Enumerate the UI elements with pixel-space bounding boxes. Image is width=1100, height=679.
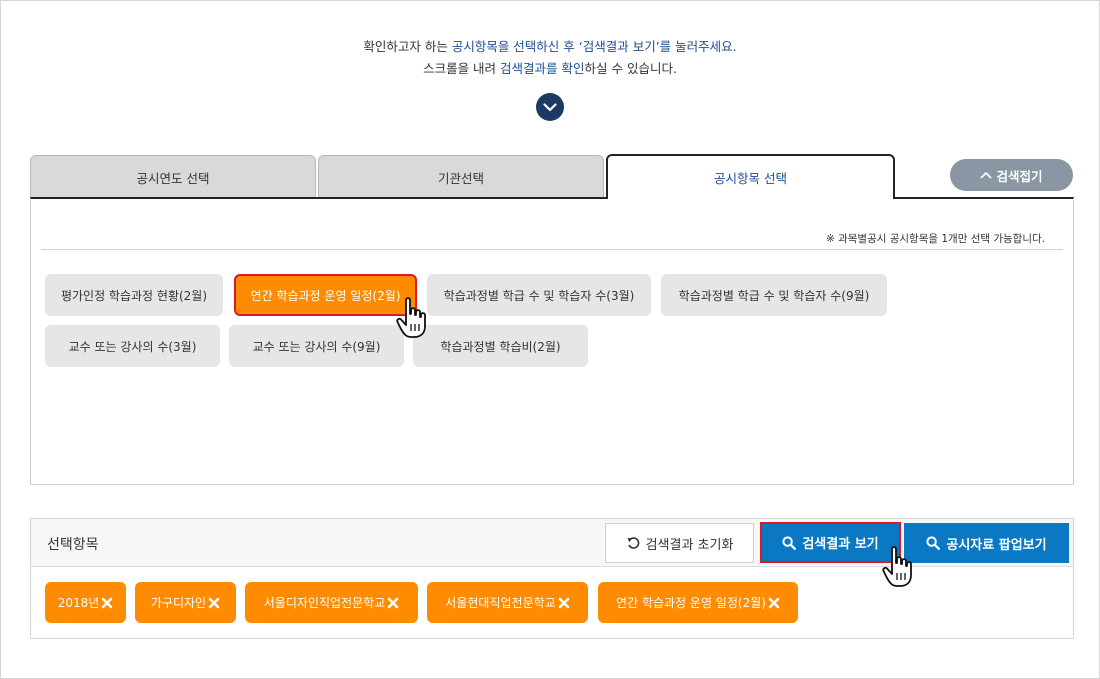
item-option-label: 연간 학습과정 운영 일정(2월) <box>250 288 401 303</box>
close-icon[interactable] <box>768 597 780 609</box>
chip-label: 연간 학습과정 운영 일정(2월) <box>616 596 766 610</box>
selected-chip-item: 연간 학습과정 운영 일정(2월) <box>598 582 798 623</box>
close-icon[interactable] <box>208 597 220 609</box>
item-option-evaluation[interactable]: 평가인정 학습과정 현황(2월) <box>45 274 223 316</box>
search-icon <box>782 535 797 550</box>
tab-item-select[interactable]: 공시항목 선택 <box>606 154 895 199</box>
search-icon <box>926 536 941 550</box>
chip-label: 서울디자인직업전문학교 <box>263 596 386 610</box>
selected-chip-institution-2: 서울현대직업전문학교 <box>427 582 588 623</box>
close-icon[interactable] <box>101 597 113 609</box>
chevron-down-icon <box>543 102 557 111</box>
selected-chip-field: 가구디자인 <box>135 582 236 623</box>
selected-items-title: 선택항목 <box>47 537 99 553</box>
chip-label: 가구디자인 <box>150 596 207 610</box>
tab-item-select-label: 공시항목 선택 <box>714 171 787 186</box>
item-option-label: 학습과정별 학급 수 및 학습자 수(3월) <box>443 288 635 303</box>
intro-line-1: 확인하고자 하는 공시항목을 선택하신 후 ‘검색결과 보기’를 눌러주세요. <box>0 36 1100 58</box>
panel-divider <box>41 249 1063 250</box>
view-results-label: 검색결과 보기 <box>802 537 879 552</box>
reset-results-button[interactable]: 검색결과 초기화 <box>605 523 754 563</box>
item-option-instructors-sep[interactable]: 교수 또는 강사의 수(9월) <box>229 325 404 367</box>
intro-line-2: 스크롤을 내려 검색결과를 확인하실 수 있습니다. <box>0 58 1100 80</box>
selection-notice: ※ 과목별공시 공시항목을 1개만 선택 가능합니다. <box>825 233 1045 245</box>
close-icon[interactable] <box>387 597 399 609</box>
item-option-label: 학습과정별 학습비(2월) <box>440 339 561 354</box>
scroll-down-button[interactable] <box>536 93 564 121</box>
item-option-label: 교수 또는 강사의 수(3월) <box>68 339 197 354</box>
chevron-up-icon <box>981 172 992 179</box>
tab-institution-select[interactable]: 기관선택 <box>318 155 604 198</box>
intro-line-2-suffix: 하실 수 있습니다. <box>584 61 677 76</box>
chip-label: 2018년 <box>57 596 100 610</box>
intro-line-2-highlight: 검색결과를 확인 <box>500 61 585 76</box>
item-select-panel: ※ 과목별공시 공시항목을 1개만 선택 가능합니다. 평가인정 학습과정 현황… <box>30 197 1074 485</box>
item-option-label: 평가인정 학습과정 현황(2월) <box>60 288 208 303</box>
intro-text: 확인하고자 하는 공시항목을 선택하신 후 ‘검색결과 보기’를 눌러주세요. … <box>0 36 1100 80</box>
close-icon[interactable] <box>558 597 570 609</box>
item-option-label: 교수 또는 강사의 수(9월) <box>252 339 381 354</box>
selected-chip-year: 2018년 <box>45 582 126 623</box>
collapse-search-button[interactable]: 검색접기 <box>950 159 1073 191</box>
item-option-class-count-sep[interactable]: 학습과정별 학급 수 및 학습자 수(9월) <box>661 274 887 316</box>
item-option-instructors-mar[interactable]: 교수 또는 강사의 수(3월) <box>45 325 220 367</box>
item-option-tuition[interactable]: 학습과정별 학습비(2월) <box>413 325 588 367</box>
popup-view-button[interactable]: 공시자료 팝업보기 <box>904 523 1069 563</box>
reset-icon <box>627 537 639 549</box>
hand-pointer-icon <box>882 546 912 587</box>
intro-line-1-prefix: 확인하고자 하는 <box>363 39 452 54</box>
tab-year-select-label: 공시연도 선택 <box>136 170 210 186</box>
intro-line-2-prefix: 스크롤을 내려 <box>423 61 501 76</box>
item-option-label: 학습과정별 학급 수 및 학습자 수(9월) <box>678 288 870 303</box>
tab-year-select[interactable]: 공시연도 선택 <box>30 155 316 198</box>
collapse-search-label: 검색접기 <box>996 168 1043 184</box>
reset-results-label: 검색결과 초기화 <box>645 537 734 553</box>
hand-pointer-icon <box>396 297 426 338</box>
popup-view-label: 공시자료 팝업보기 <box>946 537 1047 553</box>
intro-line-1-highlight: 공시항목을 선택하신 후 ‘검색결과 보기’를 눌러주세요. <box>451 39 737 54</box>
selected-chip-institution-1: 서울디자인직업전문학교 <box>245 582 418 623</box>
chip-label: 서울현대직업전문학교 <box>445 596 556 610</box>
tab-institution-select-label: 기관선택 <box>437 170 484 186</box>
item-option-class-count-mar[interactable]: 학습과정별 학급 수 및 학습자 수(3월) <box>427 274 651 316</box>
view-results-button[interactable]: 검색결과 보기 <box>760 522 901 563</box>
item-option-annual-schedule[interactable]: 연간 학습과정 운영 일정(2월) <box>234 274 417 316</box>
